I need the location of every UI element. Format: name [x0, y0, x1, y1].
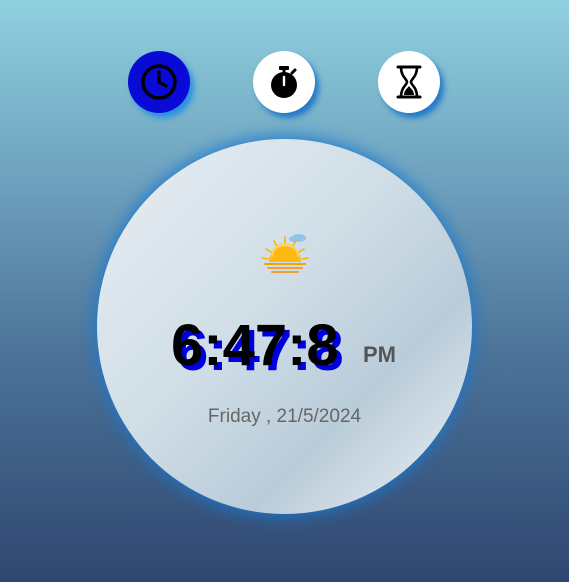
stopwatch-icon [271, 66, 297, 98]
date-label: Friday , 21/5/2024 [207, 406, 362, 427]
sunset-icon [261, 234, 309, 273]
period-label: PM [363, 342, 396, 367]
clock-icon [141, 64, 177, 100]
time-display: 6:47:8 PM [97, 314, 472, 384]
stopwatch-mode-button[interactable] [253, 51, 315, 113]
clock-mode-button[interactable] [128, 51, 190, 113]
timer-mode-button[interactable] [378, 51, 440, 113]
hourglass-icon [396, 65, 422, 99]
time-text: 6:47:8 [171, 313, 339, 378]
clock-face: 6:47:8 PM Friday , 21/5/2024 [97, 139, 472, 514]
